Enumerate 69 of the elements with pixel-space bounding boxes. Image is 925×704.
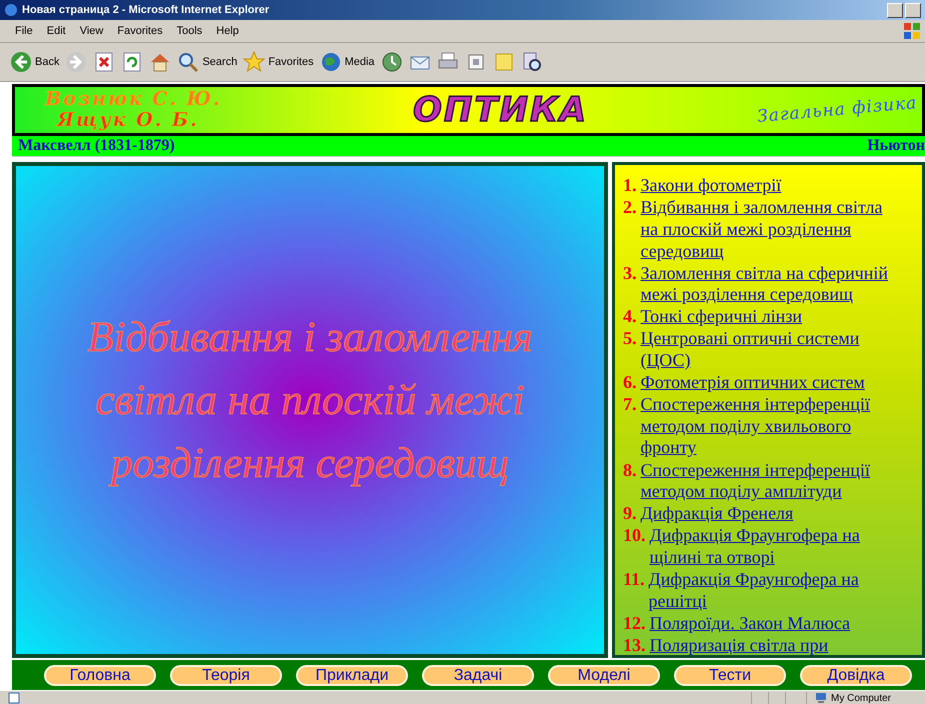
topic-link[interactable]: Поляроїди. Закон Малюса [650,612,850,634]
topic-number: 11. [623,569,645,591]
topic-link[interactable]: Тонкі сферичні лінзи [640,306,802,328]
slide-title-line: світла на плоскій межі [96,376,524,426]
menu-item[interactable]: View [72,25,110,37]
maximize-button[interactable] [905,2,921,18]
topic-link[interactable]: Відбивання і заломлення світла на плоскій межі розділення середовищ [640,197,902,262]
topic-link[interactable]: Поляризація світла при [650,634,828,656]
topic-link[interactable]: Центровані оптичні системи (ЦОС) [640,328,902,372]
topic-link[interactable]: Заломлення світла на сферичній межі розділення середовищ [640,262,902,306]
media-icon [320,51,342,73]
media-button[interactable]: Media [320,51,375,73]
stop-icon [93,51,116,73]
topic-number: 3. [623,262,636,285]
topic-number: 13. [623,634,646,656]
topic-number: 1. [623,175,636,197]
menu-item[interactable]: Edit [40,25,73,37]
nav-button[interactable]: Тести [674,664,786,686]
zone-label: My Computer [831,692,892,704]
topic-link[interactable]: Спостереження інтерференції методом поділу хвильового фронту [640,394,902,460]
minimize-button[interactable] [887,2,903,18]
favorites-button[interactable]: Favorites [243,51,314,73]
nav-button[interactable]: Довідка [800,664,912,686]
refresh-button[interactable] [121,51,144,73]
menu-item[interactable]: Tools [170,25,210,37]
home-button[interactable] [149,51,172,73]
computer-icon [815,692,827,704]
nav-button[interactable]: Теорія [170,664,282,686]
windows-logo-icon [903,22,921,40]
scientist-name: Максвелл (1831-1879) [18,136,175,155]
topic-link[interactable]: Дифракція Фраунгофера на щілині та отворі [650,525,912,568]
back-button[interactable]: Back [10,51,60,73]
nav-button[interactable]: Моделі [548,664,660,686]
topic-link[interactable]: Спостереження інтерференції методом поділу амплітуди [640,460,902,503]
slide-title-line: розділення середовищ [111,432,509,495]
menu-item[interactable]: Favorites [110,25,170,37]
topic-number: 7. [623,394,636,416]
favorites-icon [243,51,266,73]
menu-item[interactable]: File [8,25,40,37]
nav-button[interactable]: Задачі [422,664,534,686]
nav-button[interactable]: Головна [44,664,156,686]
topic-link[interactable]: Фотометрія оптичних систем [640,372,865,394]
topic-number: 9. [623,503,636,525]
site-title: ОПТИКА [413,90,588,130]
author-name: Ящук О. Б. [55,110,200,131]
menu-item[interactable]: Help [209,25,246,37]
stop-button[interactable] [93,51,116,73]
topic-number: 8. [623,460,636,482]
refresh-icon [121,51,144,73]
topic-number: 2. [623,197,636,220]
window-title: Новая страница 2 - Microsoft Internet Explorer [22,4,270,16]
search-button[interactable]: Search [177,51,238,73]
home-icon [149,51,172,73]
forward-icon [65,51,88,73]
nav-button[interactable]: Приклади [296,664,408,686]
site-subtitle: Загальна фізика [756,92,919,127]
back-icon [10,51,32,73]
topic-number: 12. [623,612,646,634]
topic-link[interactable]: Закони фотометрії [640,175,782,197]
search-icon [177,51,200,73]
author-name: Вознюк С. Ю. [45,88,223,110]
slide-title-line: Відбивання і заломлення [87,312,533,363]
topic-number: 6. [623,372,636,394]
topic-link[interactable]: Дифракція Фраунгофера на решітці [648,569,911,612]
scientist-name: Ньютон [867,136,925,155]
topic-number: 4. [623,306,636,328]
topic-number: 10. [623,525,646,548]
topic-number: 5. [623,328,636,350]
topic-link[interactable]: Дифракція Френеля [640,503,794,525]
